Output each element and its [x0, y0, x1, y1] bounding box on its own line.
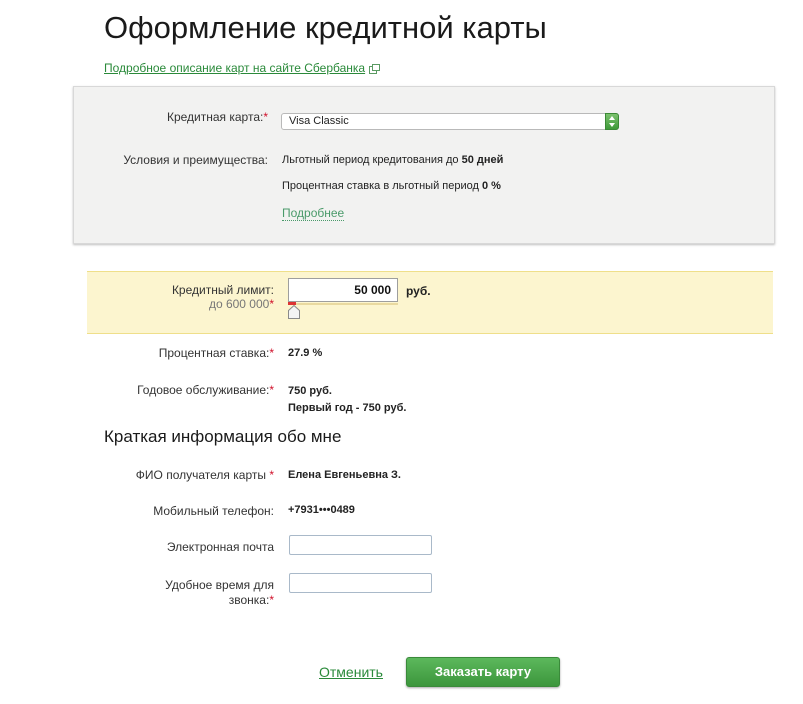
interest-rate-value: 27.9 %	[288, 347, 323, 359]
card-type-label: Кредитная карта:*	[167, 110, 268, 124]
annual-service-label-text: Годовое обслуживание:	[137, 383, 270, 397]
call-time-label: Удобное время для звонка:*	[165, 578, 274, 608]
mobile-phone-value: +7931•••0489	[288, 504, 355, 516]
personal-info-title: Краткая информация обо мне	[104, 427, 342, 446]
required-mark: *	[269, 297, 274, 311]
card-type-label-text: Кредитная карта:	[166, 110, 264, 124]
grace-period-caption: Льготный период кредитования до	[282, 154, 462, 166]
required-mark: *	[263, 110, 268, 124]
credit-limit-input[interactable]: 50 000	[288, 278, 398, 302]
card-type-selected-value: Visa Classic	[289, 115, 349, 127]
annual-service-value: 750 руб.	[288, 385, 332, 397]
credit-limit-label: Кредитный лимит:	[171, 283, 274, 297]
required-mark: *	[269, 346, 274, 360]
select-arrows-icon	[605, 113, 619, 130]
cards-description-link[interactable]: Подробное описание карт на сайте Сбербан…	[104, 61, 381, 75]
recipient-name-label-text: ФИО получателя карты	[135, 468, 266, 482]
grace-period-value: 50 дней	[461, 154, 504, 166]
interest-rate-label: Процентная ставка:*	[159, 346, 274, 360]
annual-service-label: Годовое обслуживание:*	[137, 383, 274, 397]
mobile-phone-label: Мобильный телефон:	[153, 504, 274, 518]
call-time-label-line2: звонка:	[228, 593, 270, 607]
credit-limit-max-text: до 600 000	[208, 297, 270, 311]
cards-description-link-label: Подробное описание карт на сайте Сбербан…	[104, 61, 366, 75]
email-label: Электронная почта	[166, 540, 274, 554]
recipient-name-value: Елена Евгеньевна З.	[288, 469, 401, 481]
currency-label: руб.	[406, 284, 431, 298]
call-time-label-line1: Удобное время для	[165, 578, 274, 592]
page-title: Оформление кредитной карты	[104, 10, 547, 45]
order-card-button[interactable]: Заказать карту	[406, 657, 560, 687]
credit-limit-max: до 600 000*	[209, 297, 274, 311]
required-mark: *	[269, 383, 274, 397]
required-mark: *	[269, 468, 274, 482]
grace-period-text: Льготный период кредитования до 50 дней	[282, 154, 503, 166]
credit-limit-slider-track[interactable]	[288, 303, 398, 305]
grace-rate-text: Процентная ставка в льготный период 0 %	[282, 180, 501, 192]
external-link-icon	[369, 63, 381, 74]
more-details-link[interactable]: Подробнее	[282, 206, 345, 221]
grace-rate-value: 0 %	[481, 180, 501, 192]
credit-limit-band	[87, 271, 773, 334]
interest-rate-label-text: Процентная ставка:	[158, 346, 270, 360]
call-time-input[interactable]	[289, 573, 432, 593]
email-input[interactable]	[289, 535, 432, 555]
grace-rate-caption: Процентная ставка в льготный период	[282, 180, 482, 192]
annual-service-first-year: Первый год - 750 руб.	[288, 402, 407, 414]
slider-handle-icon[interactable]	[288, 305, 301, 319]
card-type-select[interactable]: Visa Classic	[281, 113, 619, 130]
cancel-link[interactable]: Отменить	[319, 664, 383, 680]
required-mark: *	[269, 593, 274, 607]
recipient-name-label: ФИО получателя карты *	[136, 468, 274, 482]
conditions-label: Условия и преимущества:	[123, 153, 268, 167]
